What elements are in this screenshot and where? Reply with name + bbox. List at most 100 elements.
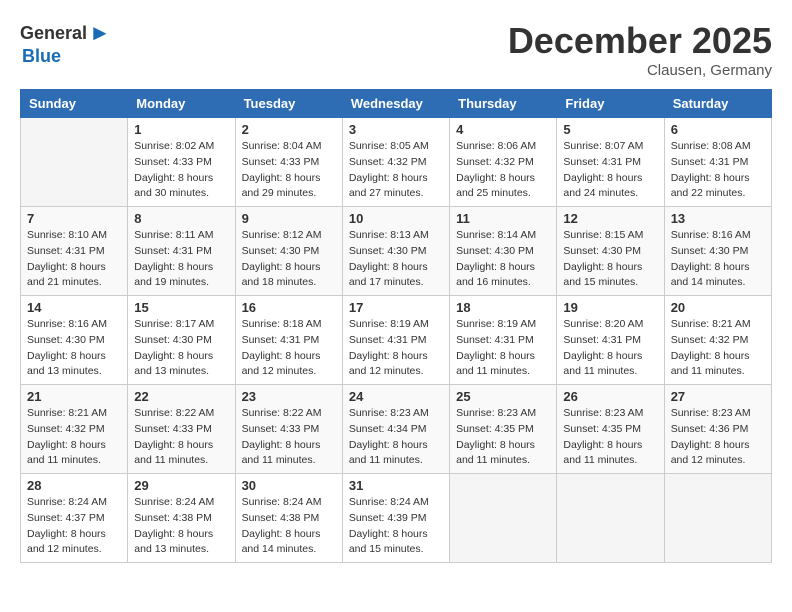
day-number: 24 [349, 389, 443, 404]
day-info: Sunrise: 8:08 AMSunset: 4:31 PMDaylight:… [671, 139, 765, 202]
day-number: 30 [242, 478, 336, 493]
day-number: 2 [242, 122, 336, 137]
calendar-cell: 25Sunrise: 8:23 AMSunset: 4:35 PMDayligh… [450, 385, 557, 474]
calendar-cell: 24 Sunrise: 8:23 AMSunset: 4:34 PMDayligh… [342, 385, 449, 474]
day-number: 22 [134, 389, 228, 404]
logo-bird-icon: ► [89, 20, 111, 46]
title-block: December 2025 Clausen, Germany [508, 20, 772, 79]
calendar-cell: 29 Sunrise: 8:24 AMSunset: 4:38 PMDayligh… [128, 474, 235, 563]
calendar-cell: 1 Sunrise: 8:02 AMSunset: 4:33 PMDaylight… [128, 118, 235, 207]
calendar-cell: 16Sunrise: 8:18 AMSunset: 4:31 PMDayligh… [235, 296, 342, 385]
logo-blue-text: Blue [22, 46, 61, 67]
day-info: Sunrise: 8:06 AMSunset: 4:32 PMDaylight:… [456, 139, 550, 202]
day-number: 4 [456, 122, 550, 137]
calendar-cell: 7 Sunrise: 8:10 AMSunset: 4:31 PMDaylight… [21, 207, 128, 296]
calendar-cell: 8Sunrise: 8:11 AMSunset: 4:31 PMDaylight… [128, 207, 235, 296]
day-info: Sunrise: 8:05 AMSunset: 4:32 PMDaylight:… [349, 139, 443, 202]
day-info: Sunrise: 8:24 AMSunset: 4:37 PMDaylight:… [27, 495, 121, 558]
day-number: 19 [563, 300, 657, 315]
calendar-cell: 17 Sunrise: 8:19 AMSunset: 4:31 PMDayligh… [342, 296, 449, 385]
day-number: 16 [242, 300, 336, 315]
day-number: 12 [563, 211, 657, 226]
day-number: 14 [27, 300, 121, 315]
calendar-cell [664, 474, 771, 563]
calendar-cell: 15Sunrise: 8:17 AMSunset: 4:30 PMDayligh… [128, 296, 235, 385]
calendar-cell: 12 Sunrise: 8:15 AMSunset: 4:30 PMDayligh… [557, 207, 664, 296]
logo: General ► Blue [20, 20, 111, 67]
day-number: 25 [456, 389, 550, 404]
weekday-header-tuesday: Tuesday [235, 90, 342, 118]
calendar-cell [557, 474, 664, 563]
day-number: 10 [349, 211, 443, 226]
day-info: Sunrise: 8:21 AMSunset: 4:32 PMDaylight:… [27, 406, 121, 469]
day-info: Sunrise: 8:16 AMSunset: 4:30 PMDaylight:… [27, 317, 121, 380]
weekday-header-monday: Monday [128, 90, 235, 118]
day-number: 21 [27, 389, 121, 404]
day-info: Sunrise: 8:11 AMSunset: 4:31 PMDaylight:… [134, 228, 228, 291]
day-number: 26 [563, 389, 657, 404]
day-info: Sunrise: 8:24 AMSunset: 4:38 PMDaylight:… [242, 495, 336, 558]
calendar-cell: 11 Sunrise: 8:14 AMSunset: 4:30 PMDayligh… [450, 207, 557, 296]
calendar-cell [21, 118, 128, 207]
day-info: Sunrise: 8:16 AMSunset: 4:30 PMDaylight:… [671, 228, 765, 291]
weekday-header-wednesday: Wednesday [342, 90, 449, 118]
day-number: 6 [671, 122, 765, 137]
calendar-cell: 28Sunrise: 8:24 AMSunset: 4:37 PMDayligh… [21, 474, 128, 563]
day-info: Sunrise: 8:23 AMSunset: 4:35 PMDaylight:… [563, 406, 657, 469]
calendar-week-row: 28Sunrise: 8:24 AMSunset: 4:37 PMDayligh… [21, 474, 772, 563]
day-number: 3 [349, 122, 443, 137]
day-number: 31 [349, 478, 443, 493]
weekday-header-sunday: Sunday [21, 90, 128, 118]
day-info: Sunrise: 8:22 AMSunset: 4:33 PMDaylight:… [134, 406, 228, 469]
day-number: 27 [671, 389, 765, 404]
day-number: 13 [671, 211, 765, 226]
calendar-body: 1 Sunrise: 8:02 AMSunset: 4:33 PMDaylight… [21, 118, 772, 563]
calendar-cell: 10Sunrise: 8:13 AMSunset: 4:30 PMDayligh… [342, 207, 449, 296]
day-info: Sunrise: 8:24 AMSunset: 4:38 PMDaylight:… [134, 495, 228, 558]
calendar-week-row: 21 Sunrise: 8:21 AMSunset: 4:32 PMDayligh… [21, 385, 772, 474]
weekday-header-thursday: Thursday [450, 90, 557, 118]
day-info: Sunrise: 8:12 AMSunset: 4:30 PMDaylight:… [242, 228, 336, 291]
calendar-cell [450, 474, 557, 563]
day-info: Sunrise: 8:19 AMSunset: 4:31 PMDaylight:… [456, 317, 550, 380]
calendar-cell: 20 Sunrise: 8:21 AMSunset: 4:32 PMDayligh… [664, 296, 771, 385]
calendar-cell: 23 Sunrise: 8:22 AMSunset: 4:33 PMDayligh… [235, 385, 342, 474]
calendar-cell: 3 Sunrise: 8:05 AMSunset: 4:32 PMDaylight… [342, 118, 449, 207]
calendar-cell: 18 Sunrise: 8:19 AMSunset: 4:31 PMDayligh… [450, 296, 557, 385]
day-number: 23 [242, 389, 336, 404]
calendar-week-row: 7 Sunrise: 8:10 AMSunset: 4:31 PMDaylight… [21, 207, 772, 296]
day-number: 29 [134, 478, 228, 493]
calendar-cell: 19 Sunrise: 8:20 AMSunset: 4:31 PMDayligh… [557, 296, 664, 385]
day-number: 18 [456, 300, 550, 315]
calendar-cell: 27Sunrise: 8:23 AMSunset: 4:36 PMDayligh… [664, 385, 771, 474]
day-info: Sunrise: 8:07 AMSunset: 4:31 PMDaylight:… [563, 139, 657, 202]
day-number: 11 [456, 211, 550, 226]
weekday-header-friday: Friday [557, 90, 664, 118]
day-number: 1 [134, 122, 228, 137]
day-info: Sunrise: 8:10 AMSunset: 4:31 PMDaylight:… [27, 228, 121, 291]
calendar-cell: 5Sunrise: 8:07 AMSunset: 4:31 PMDaylight… [557, 118, 664, 207]
calendar-cell: 22 Sunrise: 8:22 AMSunset: 4:33 PMDayligh… [128, 385, 235, 474]
day-info: Sunrise: 8:24 AMSunset: 4:39 PMDaylight:… [349, 495, 443, 558]
day-info: Sunrise: 8:14 AMSunset: 4:30 PMDaylight:… [456, 228, 550, 291]
calendar-cell: 6 Sunrise: 8:08 AMSunset: 4:31 PMDaylight… [664, 118, 771, 207]
day-info: Sunrise: 8:15 AMSunset: 4:30 PMDaylight:… [563, 228, 657, 291]
day-info: Sunrise: 8:22 AMSunset: 4:33 PMDaylight:… [242, 406, 336, 469]
day-info: Sunrise: 8:04 AMSunset: 4:33 PMDaylight:… [242, 139, 336, 202]
day-number: 20 [671, 300, 765, 315]
calendar-cell: 31 Sunrise: 8:24 AMSunset: 4:39 PMDayligh… [342, 474, 449, 563]
calendar-cell: 30 Sunrise: 8:24 AMSunset: 4:38 PMDayligh… [235, 474, 342, 563]
calendar-table: SundayMondayTuesdayWednesdayThursdayFrid… [20, 89, 772, 563]
day-number: 9 [242, 211, 336, 226]
day-number: 17 [349, 300, 443, 315]
calendar-cell: 4 Sunrise: 8:06 AMSunset: 4:32 PMDaylight… [450, 118, 557, 207]
day-info: Sunrise: 8:02 AMSunset: 4:33 PMDaylight:… [134, 139, 228, 202]
day-info: Sunrise: 8:21 AMSunset: 4:32 PMDaylight:… [671, 317, 765, 380]
calendar-header-row: SundayMondayTuesdayWednesdayThursdayFrid… [21, 90, 772, 118]
day-number: 7 [27, 211, 121, 226]
month-title: December 2025 [508, 20, 772, 62]
day-info: Sunrise: 8:20 AMSunset: 4:31 PMDaylight:… [563, 317, 657, 380]
calendar-week-row: 14 Sunrise: 8:16 AMSunset: 4:30 PMDayligh… [21, 296, 772, 385]
day-info: Sunrise: 8:23 AMSunset: 4:34 PMDaylight:… [349, 406, 443, 469]
day-info: Sunrise: 8:19 AMSunset: 4:31 PMDaylight:… [349, 317, 443, 380]
